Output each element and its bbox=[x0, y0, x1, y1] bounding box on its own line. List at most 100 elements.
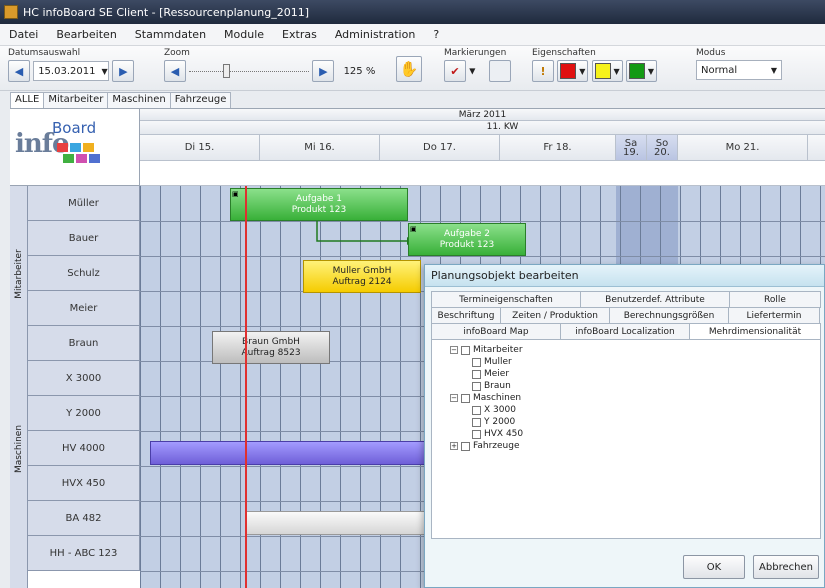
row-label[interactable]: HVX 450 bbox=[28, 466, 140, 501]
dialog-tab[interactable]: Berechnungsgrößen bbox=[609, 307, 729, 324]
tree-node[interactable]: HVX 450 bbox=[450, 428, 523, 440]
row-label[interactable]: Müller bbox=[28, 186, 140, 221]
tree-node[interactable]: + Fahrzeuge bbox=[450, 440, 523, 452]
tab-fahrzeuge[interactable]: Fahrzeuge bbox=[169, 92, 232, 109]
marker-clear-button[interactable] bbox=[488, 60, 511, 82]
arrow-left-icon: ◀ bbox=[14, 64, 24, 78]
app-icon bbox=[4, 5, 18, 19]
dialog-tab[interactable]: Beschriftung bbox=[431, 307, 501, 324]
date-next-button[interactable]: ▶ bbox=[112, 60, 135, 82]
tree-node[interactable]: Muller bbox=[450, 356, 523, 368]
row-label[interactable]: HV 4000 bbox=[28, 431, 140, 466]
grid-hline bbox=[140, 221, 825, 222]
date-select[interactable]: 15.03.2011 ▼ bbox=[33, 61, 110, 81]
bar-label: Produkt 123 bbox=[291, 204, 347, 215]
day-header-cell: Di 15. bbox=[140, 135, 260, 160]
task-bar-aufgabe-2[interactable]: ▣ Aufgabe 2 Produkt 123 bbox=[408, 223, 526, 256]
menu-bearbeiten[interactable]: Bearbeiten bbox=[47, 28, 125, 41]
marker-check-button[interactable]: ✔ bbox=[444, 60, 466, 82]
row-label[interactable]: X 3000 bbox=[28, 361, 140, 396]
tree-node[interactable]: Y 2000 bbox=[450, 416, 523, 428]
checkbox[interactable] bbox=[461, 345, 470, 355]
row-label[interactable]: HH - ABC 123 bbox=[28, 536, 140, 571]
checkbox[interactable] bbox=[461, 441, 470, 451]
menu-help[interactable]: ? bbox=[424, 28, 448, 41]
tab-mitarbeiter[interactable]: Mitarbeiter bbox=[43, 92, 109, 109]
day-header-cell: Mo 21. bbox=[678, 135, 808, 160]
row-label[interactable]: Meier bbox=[28, 291, 140, 326]
tree-node[interactable]: X 3000 bbox=[450, 404, 523, 416]
dialog-tab[interactable]: Rolle bbox=[729, 291, 821, 308]
menu-datei[interactable]: Datei bbox=[0, 28, 47, 41]
red-color-button[interactable]: ▼ bbox=[557, 60, 589, 82]
menu-stammdaten[interactable]: Stammdaten bbox=[126, 28, 215, 41]
mode-group: Modus Normal ▼ bbox=[696, 48, 782, 80]
tab-maschinen[interactable]: Maschinen bbox=[107, 92, 171, 109]
yellow-color-button[interactable]: ▼ bbox=[591, 60, 623, 82]
arrow-left-icon: ◀ bbox=[170, 64, 180, 78]
tree-node-label: HVX 450 bbox=[484, 429, 524, 439]
grid-hline bbox=[140, 256, 825, 257]
menu-module[interactable]: Module bbox=[215, 28, 273, 41]
tab-alle[interactable]: ALLE bbox=[10, 92, 45, 109]
color-swatch-yellow bbox=[594, 63, 611, 79]
machine-bar-ba482[interactable] bbox=[245, 511, 435, 535]
expand-icon[interactable]: + bbox=[450, 442, 458, 450]
checkmark-icon: ✔ bbox=[450, 64, 460, 78]
tree-node-label: X 3000 bbox=[484, 405, 516, 415]
zoom-slider-thumb[interactable] bbox=[223, 64, 231, 78]
tree-node[interactable]: − Mitarbeiter bbox=[450, 344, 523, 356]
date-prev-button[interactable]: ◀ bbox=[8, 60, 30, 82]
row-labels: Mitarbeiter Maschinen Müller Bauer Schul… bbox=[10, 186, 140, 588]
zoom-in-button[interactable]: ▶ bbox=[312, 60, 335, 82]
dialog-tab[interactable]: Liefertermin bbox=[728, 307, 820, 324]
day-header-cell: Sa 19. bbox=[616, 135, 647, 160]
row-label[interactable]: Y 2000 bbox=[28, 396, 140, 431]
menu-administration[interactable]: Administration bbox=[326, 28, 425, 41]
machine-bar-hv4000[interactable] bbox=[150, 441, 440, 465]
row-label[interactable]: BA 482 bbox=[28, 501, 140, 536]
resource-tree: − Mitarbeiter Muller Meier Braun − Masch… bbox=[450, 344, 523, 452]
markers-label: Markierungen bbox=[444, 48, 507, 58]
month-header: März 2011 bbox=[140, 109, 825, 121]
green-color-button[interactable]: ▼ bbox=[625, 60, 658, 82]
dialog-tab[interactable]: Zeiten / Produktion bbox=[500, 307, 610, 324]
collapse-icon[interactable]: − bbox=[450, 346, 458, 354]
hand-tool-button[interactable]: ✋ bbox=[396, 56, 422, 82]
zoom-out-button[interactable]: ◀ bbox=[164, 60, 186, 82]
current-time-line bbox=[245, 186, 247, 588]
collapse-icon[interactable]: − bbox=[450, 394, 458, 402]
grid-vline bbox=[220, 186, 221, 588]
edit-planning-object-dialog: Planungsobjekt bearbeiten Termineigensch… bbox=[424, 264, 825, 588]
week-label: 11. KW bbox=[486, 122, 519, 132]
arrow-right-icon: ▶ bbox=[319, 64, 328, 78]
zoom-slider[interactable] bbox=[189, 61, 310, 81]
checkbox[interactable] bbox=[472, 429, 481, 439]
dependency-arrow bbox=[316, 221, 414, 245]
tree-node[interactable]: Meier bbox=[450, 368, 523, 380]
order-bar-muller[interactable]: Muller GmbH Auftrag 2124 bbox=[303, 260, 421, 293]
checkbox[interactable] bbox=[472, 357, 481, 367]
tree-node[interactable]: Braun bbox=[450, 380, 523, 392]
ok-button[interactable]: OK bbox=[683, 555, 745, 579]
task-bar-aufgabe-1[interactable]: ▣ Aufgabe 1 Produkt 123 bbox=[230, 188, 408, 221]
tree-node-label: Mitarbeiter bbox=[473, 345, 523, 355]
checkbox[interactable] bbox=[472, 405, 481, 415]
warning-button[interactable]: ! bbox=[532, 60, 554, 82]
checkbox[interactable] bbox=[461, 393, 470, 403]
row-label[interactable]: Bauer bbox=[28, 221, 140, 256]
menu-extras[interactable]: Extras bbox=[273, 28, 326, 41]
zoom-slider-track bbox=[189, 71, 310, 72]
row-label[interactable]: Braun bbox=[28, 326, 140, 361]
mode-select[interactable]: Normal ▼ bbox=[696, 60, 782, 80]
dialog-tab[interactable]: Benutzerdef. Attribute bbox=[580, 291, 730, 308]
row-label[interactable]: Schulz bbox=[28, 256, 140, 291]
cancel-button[interactable]: Abbrechen bbox=[753, 555, 819, 579]
order-bar-braun[interactable]: Braun GmbH Auftrag 8523 bbox=[212, 331, 330, 364]
chevron-down-icon[interactable]: ▼ bbox=[469, 67, 475, 76]
checkbox[interactable] bbox=[472, 381, 481, 391]
checkbox[interactable] bbox=[472, 369, 481, 379]
dialog-tab[interactable]: Termineigenschaften bbox=[431, 291, 581, 308]
tree-node[interactable]: − Maschinen bbox=[450, 392, 523, 404]
checkbox[interactable] bbox=[472, 417, 481, 427]
